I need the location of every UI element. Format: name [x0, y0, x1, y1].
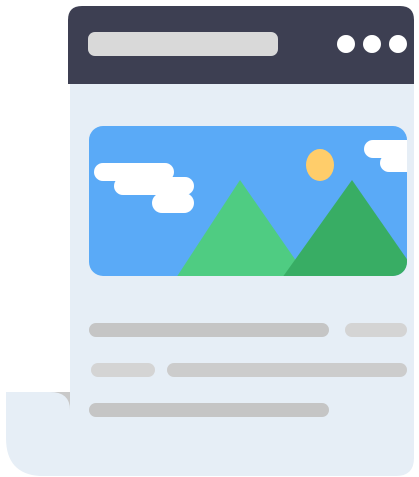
web-page-illustration: [0, 0, 419, 477]
menu-dot: [389, 35, 407, 53]
address-bar: [88, 32, 278, 56]
more-dots-icon: [337, 35, 407, 53]
web-page-document-icon: [6, 6, 414, 476]
landscape-image-icon: [89, 126, 407, 276]
menu-dot: [337, 35, 355, 53]
sun-icon: [306, 149, 334, 181]
menu-dot: [363, 35, 381, 53]
